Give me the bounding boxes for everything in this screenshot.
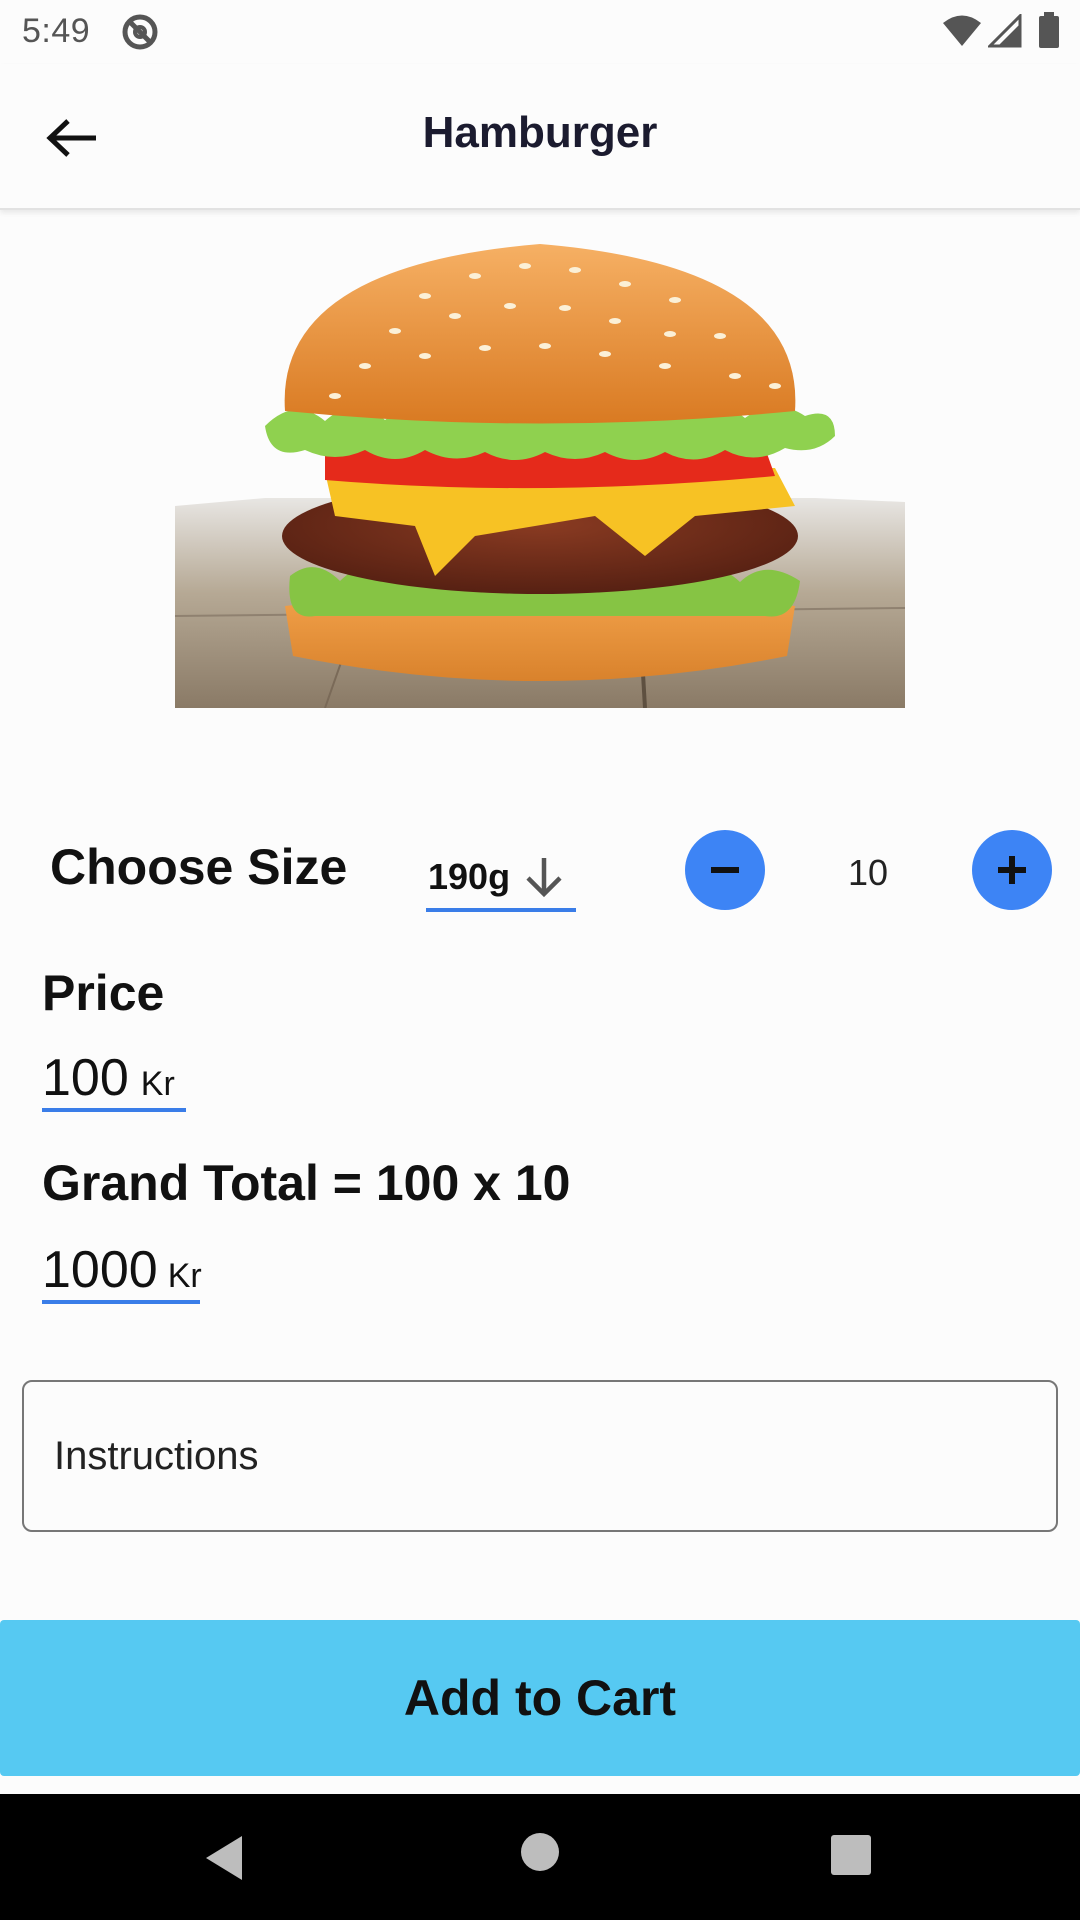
status-time: 5:49 (22, 12, 91, 50)
size-dropdown[interactable]: 190g (426, 846, 576, 912)
decrease-quantity-button[interactable] (685, 830, 765, 910)
quantity-value: 10 (847, 852, 889, 893)
arrow-down-icon (526, 858, 562, 898)
choose-size-label: Choose Size (50, 839, 348, 895)
nav-back-icon[interactable] (200, 1832, 248, 1884)
battery-icon (1039, 12, 1059, 48)
price-value: 100 (42, 1049, 129, 1107)
app-bar: Hamburger (0, 64, 1080, 210)
navigation-bar (0, 1794, 1080, 1920)
minus-icon (711, 867, 739, 873)
signal-icon (988, 14, 1022, 48)
add-to-cart-button[interactable]: Add to Cart (0, 1620, 1080, 1776)
grand-total-value: 1000 (42, 1241, 158, 1299)
grand-total-unit: Kr (167, 1257, 202, 1295)
instructions-input[interactable] (22, 1380, 1058, 1532)
do-not-disturb-icon (122, 14, 158, 50)
grand-total-label: Grand Total = 100 x 10 (42, 1155, 571, 1211)
nav-home-icon[interactable] (520, 1832, 560, 1872)
status-bar: 5:49 (0, 0, 1080, 64)
increase-quantity-button[interactable] (972, 830, 1052, 910)
hamburger-photo (175, 244, 905, 708)
price-unit: Kr (140, 1065, 175, 1103)
wifi-icon (943, 15, 981, 46)
size-selected-value: 190g (428, 856, 511, 897)
plus-icon (998, 856, 1026, 884)
grand-total-field: 1000 Kr (42, 1240, 202, 1304)
nav-recents-icon[interactable] (830, 1834, 872, 1876)
price-field: 100 Kr (42, 1048, 186, 1112)
page-title: Hamburger (422, 108, 658, 157)
price-label: Price (42, 965, 165, 1021)
